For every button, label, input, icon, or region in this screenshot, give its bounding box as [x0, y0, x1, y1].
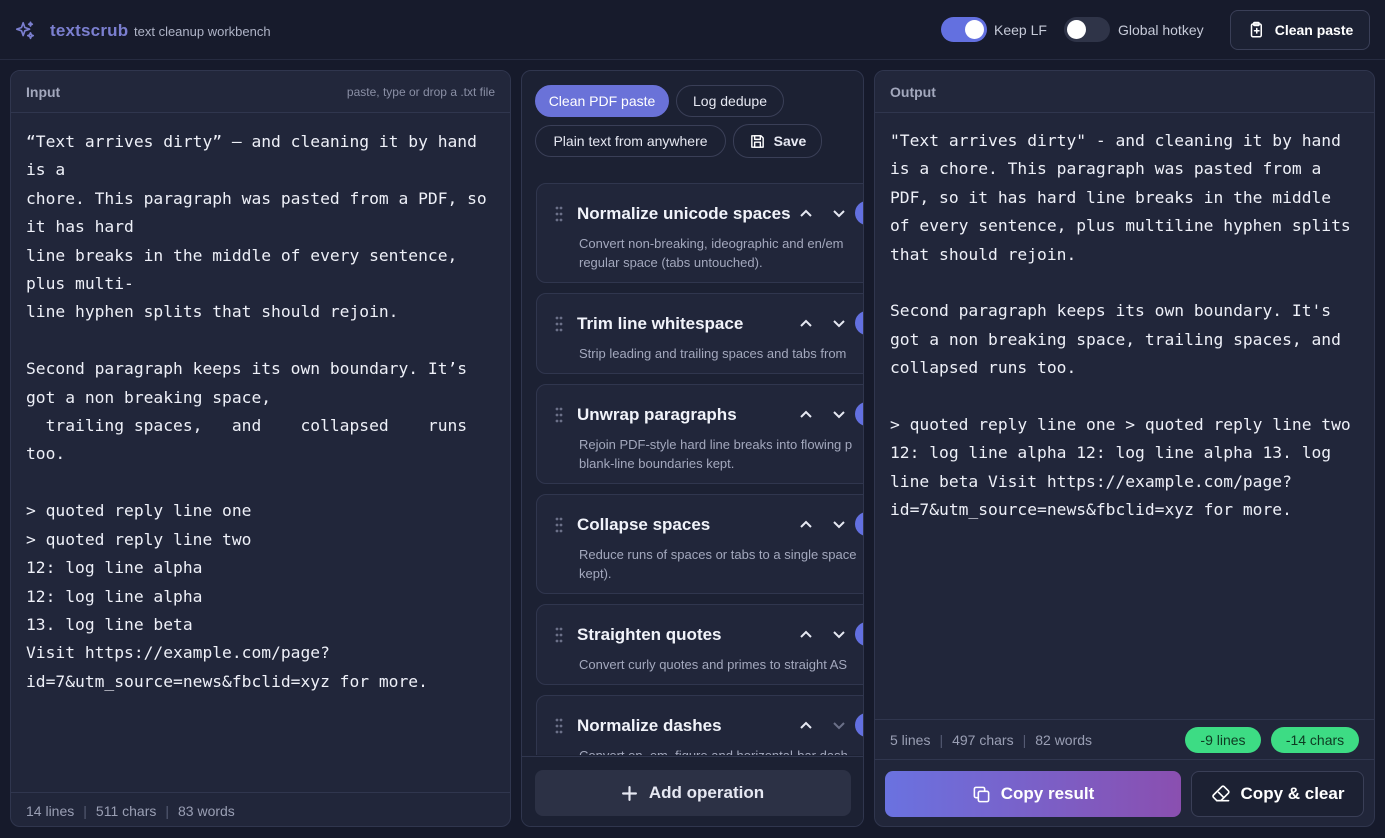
eraser-icon: [1211, 785, 1230, 802]
copy-icon: [973, 786, 990, 802]
operation-description: Convert curly quotes and primes to strai…: [579, 657, 848, 672]
operation-title: Normalize dashes: [577, 716, 722, 735]
preset-clean-pdf-paste[interactable]: Clean PDF paste: [535, 85, 669, 117]
move-up-icon[interactable]: [799, 718, 813, 732]
output-word-count: 82 words: [1035, 731, 1093, 748]
operation-title: Straighten quotes: [577, 625, 722, 644]
drag-handle-icon[interactable]: [555, 316, 563, 332]
operation-enable-toggle[interactable]: [855, 201, 863, 225]
operation-description: Strip leading and trailing spaces and ta…: [579, 346, 847, 361]
operation-description: Convert non-breaking, ideographic and en…: [579, 236, 844, 270]
save-label: Save: [773, 133, 807, 149]
output-title: Output: [890, 83, 936, 100]
toggle-knob: [965, 20, 984, 39]
save-preset-button[interactable]: Save: [733, 124, 822, 158]
copy-result-label: Copy result: [1000, 784, 1095, 803]
app-name: textscrub: [50, 21, 129, 40]
input-panel-header: Input paste, type or drop a .txt file: [11, 71, 510, 113]
output-action-divider: [875, 759, 1374, 760]
input-stats: 14 lines | 511 chars | 83 words: [11, 792, 510, 826]
input-textarea[interactable]: “Text arrives dirty” — and cleaning it b…: [26, 128, 495, 788]
operation-card[interactable]: Collapse spaces Reduce runs of spaces or…: [536, 494, 863, 594]
app-tagline: text cleanup workbench: [134, 24, 271, 39]
input-hint: paste, type or drop a .txt file: [346, 84, 495, 99]
add-operation-label: Add operation: [648, 783, 765, 802]
copy-and-clear-button[interactable]: Copy & clear: [1191, 771, 1364, 817]
operation-enable-toggle[interactable]: [855, 311, 863, 335]
drag-handle-icon[interactable]: [555, 517, 563, 533]
operation-description: Rejoin PDF-style hard line breaks into f…: [579, 437, 853, 471]
global-hotkey-toggle[interactable]: [1064, 17, 1110, 42]
input-char-count: 511 chars: [95, 802, 157, 819]
move-down-icon[interactable]: [832, 718, 846, 732]
drag-handle-icon[interactable]: [555, 718, 563, 734]
move-down-icon[interactable]: [832, 316, 846, 330]
operation-title: Unwrap paragraphs: [577, 405, 737, 424]
operation-card[interactable]: Unwrap paragraphs Rejoin PDF-style hard …: [536, 384, 863, 484]
pipeline-footer: Add operation: [522, 756, 863, 826]
move-up-icon[interactable]: [799, 206, 813, 220]
operation-card[interactable]: Normalize unicode spaces Convert non-bre…: [536, 183, 863, 283]
operation-description: Reduce runs of spaces or tabs to a singl…: [579, 547, 857, 581]
toggle-knob: [1067, 20, 1086, 39]
lines-diff-badge: -9 lines: [1185, 727, 1261, 753]
input-line-count: 14 lines: [26, 802, 75, 819]
move-down-icon[interactable]: [832, 627, 846, 641]
input-panel: Input paste, type or drop a .txt file “T…: [10, 70, 511, 827]
input-word-count: 83 words: [178, 802, 235, 819]
operation-enable-toggle[interactable]: [855, 622, 863, 646]
output-panel: Output "Text arrives dirty" - and cleani…: [874, 70, 1375, 827]
operation-title: Collapse spaces: [577, 515, 711, 534]
operation-enable-toggle[interactable]: [855, 512, 863, 536]
drag-handle-icon[interactable]: [555, 407, 563, 423]
move-down-icon[interactable]: [832, 206, 846, 220]
pipeline-panel: Clean PDF paste Log dedupe Plain text fr…: [521, 70, 864, 827]
output-char-count: 497 chars: [952, 731, 1014, 748]
preset-log-dedupe[interactable]: Log dedupe: [676, 85, 784, 117]
operation-card[interactable]: Normalize dashes Convert en, em, figure …: [536, 695, 863, 755]
drag-handle-icon[interactable]: [555, 627, 563, 643]
output-panel-header: Output: [875, 71, 1374, 113]
clean-paste-button[interactable]: Clean paste: [1230, 10, 1370, 50]
keep-lf-toggle[interactable]: [941, 17, 987, 42]
operation-title: Normalize unicode spaces: [577, 204, 791, 223]
operation-enable-toggle[interactable]: [855, 713, 863, 737]
operation-description: Convert en, em, figure and horizontal-ba…: [579, 746, 863, 755]
preset-plain-text[interactable]: Plain text from anywhere: [535, 125, 726, 157]
keep-lf-label: Keep LF: [994, 22, 1047, 38]
plus-icon: [621, 785, 637, 801]
move-up-icon[interactable]: [799, 316, 813, 330]
global-hotkey-label: Global hotkey: [1118, 22, 1204, 38]
copy-result-button[interactable]: Copy result: [885, 771, 1181, 817]
top-bar: textscrub text cleanup workbench Keep LF…: [0, 0, 1385, 60]
drag-handle-icon[interactable]: [555, 206, 563, 222]
move-up-icon[interactable]: [799, 407, 813, 421]
operations-list[interactable]: Normalize unicode spaces Convert non-bre…: [522, 183, 863, 755]
input-title: Input: [26, 83, 61, 100]
operation-card[interactable]: Straighten quotes Convert curly quotes a…: [536, 604, 863, 685]
move-down-icon[interactable]: [832, 407, 846, 421]
operation-card[interactable]: Trim line whitespace Strip leading and t…: [536, 293, 863, 374]
clean-paste-label: Clean paste: [1274, 22, 1354, 38]
operation-title: Trim line whitespace: [577, 314, 744, 333]
move-down-icon[interactable]: [832, 517, 846, 531]
move-up-icon[interactable]: [799, 517, 813, 531]
sparkle-logo-icon: [15, 21, 35, 40]
chars-diff-badge: -14 chars: [1271, 727, 1359, 753]
clipboard-icon: [1250, 21, 1262, 38]
operation-enable-toggle[interactable]: [855, 402, 863, 426]
save-icon: [750, 134, 764, 148]
output-textarea[interactable]: "Text arrives dirty" - and cleaning it b…: [890, 127, 1359, 717]
output-line-count: 5 lines: [890, 731, 931, 748]
copy-and-clear-label: Copy & clear: [1240, 784, 1345, 803]
move-up-icon[interactable]: [799, 627, 813, 641]
add-operation-button[interactable]: Add operation: [535, 770, 851, 816]
